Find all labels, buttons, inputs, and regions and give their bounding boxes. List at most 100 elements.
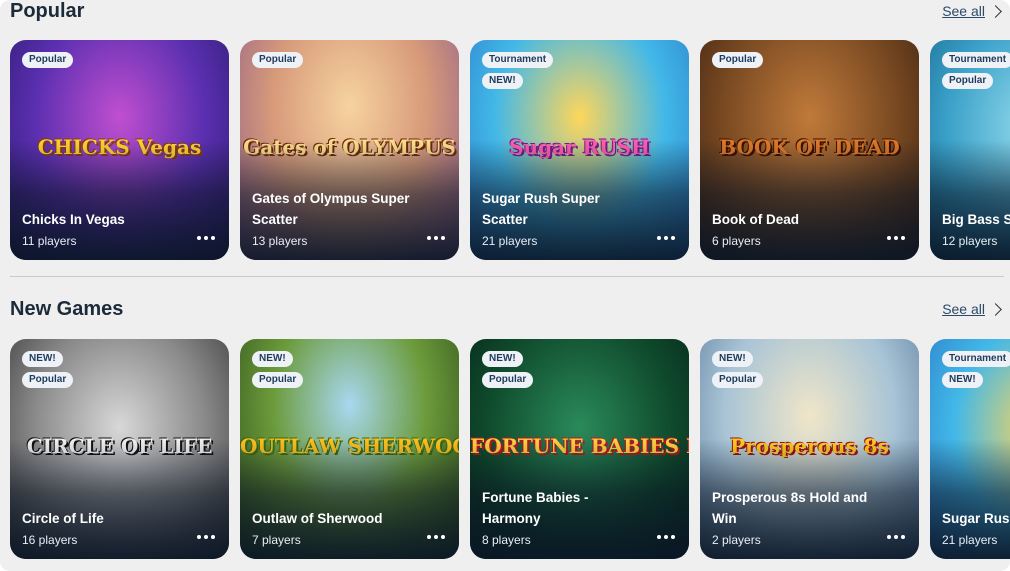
badge-group: NEW! Popular <box>22 351 74 388</box>
game-title: Book of Dead <box>712 212 800 227</box>
status-badge: Popular <box>712 372 764 388</box>
dot <box>197 236 201 240</box>
status-badge: Popular <box>712 52 764 68</box>
popular-games-row: CHICKS VegasPopularChicks In Vegas11 pla… <box>10 40 1010 260</box>
game-title: Big Bass S <box>942 212 1010 227</box>
player-count: 16 players <box>22 533 78 547</box>
dot <box>441 535 445 539</box>
game-title: Sugar Rush Super Scatter <box>482 191 600 227</box>
game-card[interactable]: Prosperous 8sNEW!PopularProsperous 8s Ho… <box>700 339 919 559</box>
game-title: Sugar Rus Scatter <box>942 511 1010 526</box>
game-card[interactable]: BITournamentPopularBig Bass S12 players <box>930 40 1010 260</box>
more-options-icon[interactable] <box>887 535 905 539</box>
badge-group: NEW! Popular <box>712 351 764 388</box>
dot <box>901 535 905 539</box>
player-count: 21 players <box>942 533 998 547</box>
status-badge: NEW! <box>482 351 523 367</box>
status-badge: Popular <box>252 52 304 68</box>
status-badge: Popular <box>252 372 304 388</box>
section-title: Popular <box>10 0 85 22</box>
game-card[interactable]: BOOK OF DEADPopularBook of Dead6 players <box>700 40 919 260</box>
more-options-icon[interactable] <box>197 535 215 539</box>
new-games-row: CIRCLE OF LIFENEW!PopularCircle of Life1… <box>10 339 1010 559</box>
see-all-popular-link[interactable]: See all <box>942 3 1004 19</box>
see-all-new-games-link[interactable]: See all <box>942 301 1004 317</box>
badge-group: Tournament NEW! <box>942 351 1010 388</box>
dot <box>427 236 431 240</box>
game-title: Gates of Olympus Super Scatter <box>252 191 410 227</box>
status-badge: NEW! <box>482 73 523 89</box>
dot <box>671 535 675 539</box>
game-title: Prosperous 8s Hold and Win <box>712 490 868 526</box>
status-badge: NEW! <box>252 351 293 367</box>
see-all-label[interactable]: See all <box>942 3 985 19</box>
more-options-icon[interactable] <box>657 236 675 240</box>
badge-group: NEW! Popular <box>482 351 534 388</box>
status-badge: NEW! <box>712 351 753 367</box>
badge-group: Tournament Popular <box>942 52 1010 89</box>
new-games-section-header: New Games See all <box>10 294 1004 324</box>
player-count: 7 players <box>252 533 301 547</box>
dot <box>197 535 201 539</box>
more-options-icon[interactable] <box>197 236 215 240</box>
game-title: Fortune Babies - Harmony <box>482 490 589 526</box>
player-count: 12 players <box>942 234 998 248</box>
dot <box>204 535 208 539</box>
player-count: 2 players <box>712 533 761 547</box>
dot <box>671 236 675 240</box>
game-card[interactable]: Sugar RUSHTournamentNEW!Sugar Rush Super… <box>470 40 689 260</box>
game-title: Chicks In Vegas <box>22 212 125 227</box>
dot <box>211 535 215 539</box>
player-count: 11 players <box>22 234 77 248</box>
badge-group: Popular <box>252 52 304 68</box>
game-card[interactable]: CHICKS VegasPopularChicks In Vegas11 pla… <box>10 40 229 260</box>
dot <box>657 535 661 539</box>
player-count: 13 players <box>252 234 308 248</box>
badge-group: Popular <box>712 52 764 68</box>
dot <box>901 236 905 240</box>
game-card[interactable]: FORTUNE BABIES HARMONYNEW!PopularFortune… <box>470 339 689 559</box>
game-title: Circle of Life <box>22 511 104 526</box>
badge-group: Tournament NEW! <box>482 52 554 89</box>
player-count: 21 players <box>482 234 538 248</box>
badge-group: NEW! Popular <box>252 351 304 388</box>
dot <box>887 535 891 539</box>
player-count: 8 players <box>482 533 531 547</box>
game-card[interactable]: OUTLAW SHERWOODNEW!PopularOutlaw of Sher… <box>240 339 459 559</box>
dot <box>427 535 431 539</box>
more-options-icon[interactable] <box>427 236 445 240</box>
see-all-label[interactable]: See all <box>942 301 985 317</box>
more-options-icon[interactable] <box>427 535 445 539</box>
more-options-icon[interactable] <box>887 236 905 240</box>
status-badge: Popular <box>22 372 74 388</box>
player-count: 6 players <box>712 234 761 248</box>
chevron-right-icon <box>989 302 1002 316</box>
dot <box>657 236 661 240</box>
game-card[interactable]: CIRCLE OF LIFENEW!PopularCircle of Life1… <box>10 339 229 559</box>
section-title: New Games <box>10 297 124 320</box>
dot <box>434 236 438 240</box>
more-options-icon[interactable] <box>657 535 675 539</box>
status-badge: NEW! <box>942 372 983 388</box>
game-card[interactable]: Gates of OLYMPUSPopularGates of Olympus … <box>240 40 459 260</box>
dot <box>894 236 898 240</box>
game-card[interactable]: SuTournamentNEW!Sugar Rus Scatter21 play… <box>930 339 1010 559</box>
dot <box>894 535 898 539</box>
section-divider <box>10 276 1004 277</box>
status-badge: Popular <box>482 372 534 388</box>
games-lobby: Popular See all CHICKS VegasPopularChick… <box>0 0 1010 571</box>
popular-section-header: Popular See all <box>10 0 1004 26</box>
status-badge: NEW! <box>22 351 63 367</box>
dot <box>441 236 445 240</box>
status-badge: Tournament <box>942 52 1010 68</box>
dot <box>434 535 438 539</box>
status-badge: Tournament <box>482 52 554 68</box>
dot <box>887 236 891 240</box>
status-badge: Popular <box>942 73 994 89</box>
status-badge: Popular <box>22 52 74 68</box>
chevron-right-icon <box>989 4 1002 18</box>
badge-group: Popular <box>22 52 74 68</box>
game-title: Outlaw of Sherwood <box>252 511 383 526</box>
dot <box>211 236 215 240</box>
dot <box>204 236 208 240</box>
